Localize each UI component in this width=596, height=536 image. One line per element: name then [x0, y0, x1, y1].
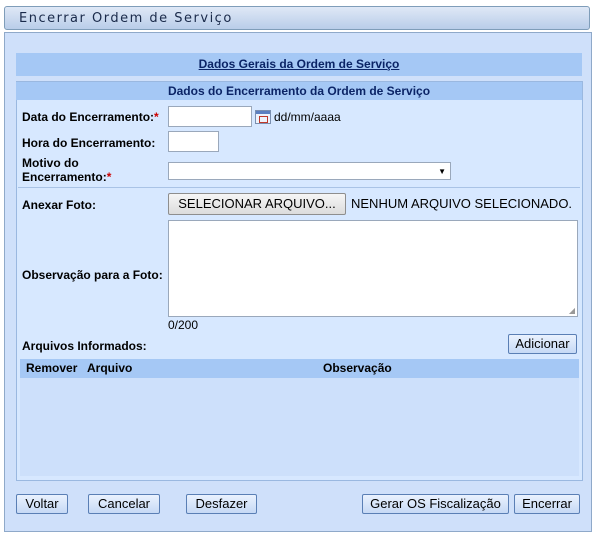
- calendar-icon[interactable]: [255, 110, 271, 124]
- cancelar-button[interactable]: Cancelar: [88, 494, 160, 514]
- file-status-text: NENHUM ARQUIVO SELECIONADO.: [351, 196, 573, 211]
- encerrar-button[interactable]: Encerrar: [514, 494, 580, 514]
- gerar-os-fiscalizacao-button[interactable]: Gerar OS Fiscalização: [362, 494, 509, 514]
- resize-grip-icon[interactable]: ◢: [569, 306, 575, 315]
- hora-encerramento-label: Hora do Encerramento:: [22, 136, 156, 150]
- encerramento-section-title: Dados do Encerramento da Ordem de Serviç…: [16, 82, 582, 100]
- arquivos-table-header: Remover Arquivo Observação: [20, 359, 579, 378]
- divider: [18, 187, 580, 188]
- arquivos-informados-label: Arquivos Informados:: [22, 339, 147, 353]
- column-remover: Remover: [26, 361, 78, 375]
- anexar-foto-label: Anexar Foto:: [22, 198, 97, 212]
- char-counter: 0/200: [168, 318, 199, 332]
- chevron-down-icon: ▼: [438, 167, 446, 176]
- desfazer-button[interactable]: Desfazer: [186, 494, 257, 514]
- hora-encerramento-input[interactable]: [168, 131, 219, 152]
- select-file-button[interactable]: SELECIONAR ARQUIVO...: [168, 193, 346, 215]
- motivo-select[interactable]: ▼: [168, 162, 451, 180]
- column-observacao: Observação: [323, 361, 392, 375]
- data-encerramento-label: Data do Encerramento:*: [22, 110, 159, 124]
- date-format-hint: dd/mm/aaaa: [274, 110, 341, 124]
- window-title: Encerrar Ordem de Serviço: [19, 11, 233, 26]
- motivo-label: Motivo do: [22, 156, 79, 170]
- column-arquivo: Arquivo: [87, 361, 133, 375]
- observacao-label: Observação para a Foto:: [22, 268, 163, 282]
- voltar-button[interactable]: Voltar: [16, 494, 68, 514]
- dados-gerais-link[interactable]: Dados Gerais da Ordem de Serviço: [16, 53, 582, 76]
- arquivos-table-body: [20, 378, 579, 476]
- data-encerramento-input[interactable]: [168, 106, 252, 127]
- adicionar-button[interactable]: Adicionar: [508, 334, 577, 354]
- motivo-label-line2: Encerramento:*: [22, 170, 112, 184]
- window-titlebar: Encerrar Ordem de Serviço: [4, 6, 590, 30]
- observacao-textarea[interactable]: ◢: [168, 220, 578, 317]
